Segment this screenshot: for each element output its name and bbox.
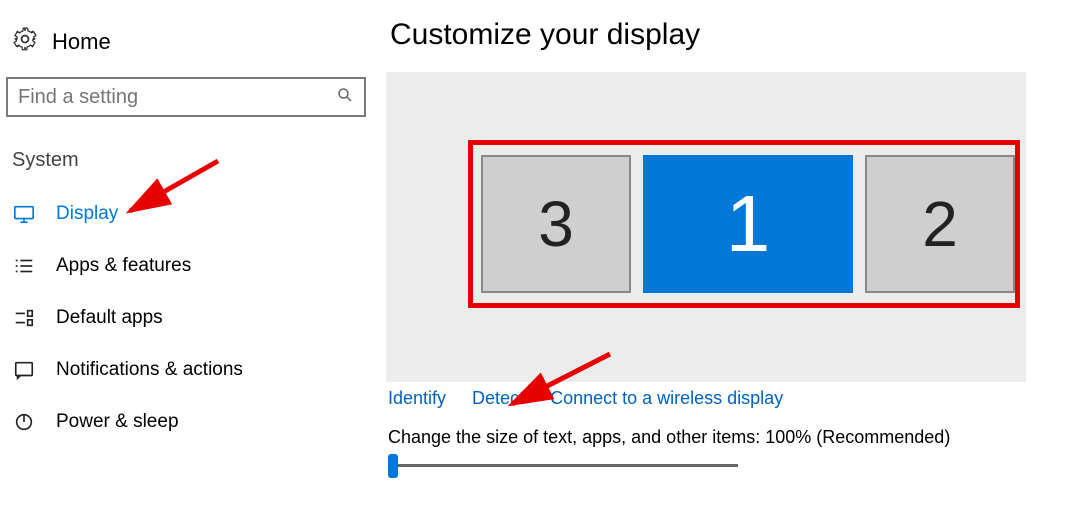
- home-button[interactable]: Home: [6, 10, 380, 77]
- sidebar-item-notifications[interactable]: Notifications & actions: [6, 344, 380, 396]
- home-label: Home: [52, 29, 111, 55]
- scaling-slider[interactable]: [388, 454, 738, 476]
- detect-link[interactable]: Detect: [472, 388, 524, 409]
- display-icon: [12, 202, 36, 226]
- search-icon: [336, 86, 354, 109]
- sidebar-item-label: Apps & features: [56, 255, 191, 277]
- sidebar-item-label: Display: [56, 203, 118, 225]
- scale-label: Change the size of text, apps, and other…: [380, 419, 1072, 454]
- identify-link[interactable]: Identify: [388, 388, 446, 409]
- monitor-2[interactable]: 2: [865, 155, 1015, 293]
- sidebar-item-power-sleep[interactable]: Power & sleep: [6, 396, 380, 448]
- monitor-1-selected[interactable]: 1: [643, 155, 853, 293]
- sidebar-item-label: Notifications & actions: [56, 359, 243, 381]
- connect-wireless-link[interactable]: Connect to a wireless display: [550, 388, 783, 409]
- page-title: Customize your display: [380, 18, 1072, 52]
- sidebar-item-label: Power & sleep: [56, 411, 179, 433]
- search-input[interactable]: [18, 86, 336, 109]
- search-input-container[interactable]: [6, 77, 366, 117]
- slider-thumb[interactable]: [388, 454, 398, 478]
- section-title-system: System: [6, 145, 380, 188]
- list-icon: [12, 254, 36, 278]
- gear-icon: [12, 26, 38, 57]
- slider-track: [388, 464, 738, 467]
- annotation-red-box: 3 1 2: [468, 140, 1020, 308]
- display-arrangement-panel[interactable]: 3 1 2: [386, 72, 1026, 382]
- sidebar-item-apps-features[interactable]: Apps & features: [6, 240, 380, 292]
- sidebar-item-display[interactable]: Display: [6, 188, 380, 240]
- power-icon: [12, 410, 36, 434]
- default-apps-icon: [12, 306, 36, 330]
- sidebar-item-default-apps[interactable]: Default apps: [6, 292, 380, 344]
- sidebar-item-label: Default apps: [56, 307, 163, 329]
- monitor-3[interactable]: 3: [481, 155, 631, 293]
- notifications-icon: [12, 358, 36, 382]
